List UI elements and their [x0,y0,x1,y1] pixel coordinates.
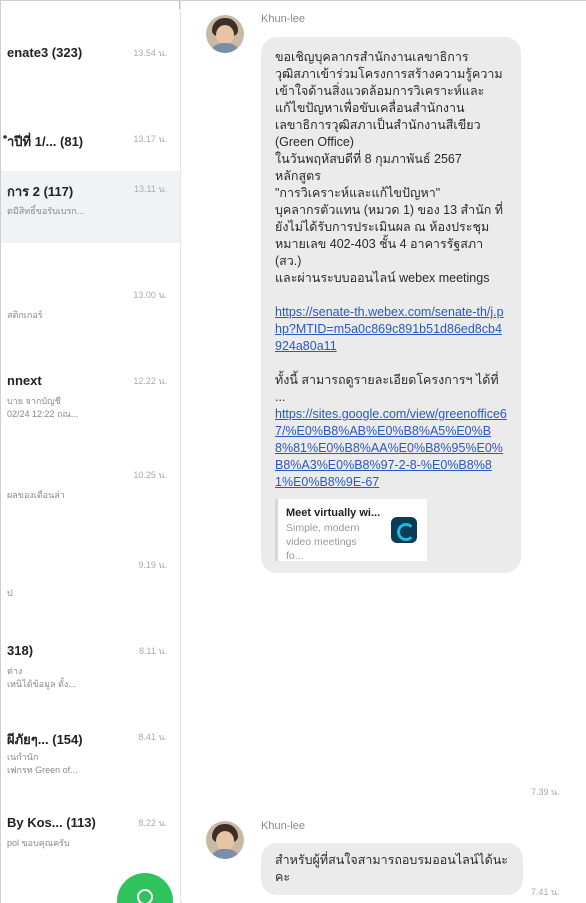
webex-logo-icon [391,517,417,543]
chat-time: 13.00 น. [133,290,167,300]
chat-item[interactable]: ผีภัยๆ... (154) 8.41 น. เนกำนัก เฟกรท Gr… [1,729,180,815]
sender-name: Khun-lee [261,13,306,25]
chat-name: การ 2 (117) [7,184,74,199]
chat-preview-line2: เหนิได้ข้อมูล ตั้ง... [7,679,76,689]
chat-time: 12.22 น. [133,376,167,386]
chat-time: 8.22 น. [138,818,167,828]
link-preview-title: Meet virtually wi... [286,507,381,519]
chat-time: 10.25 น. [133,470,167,480]
link-preview-description: Simple, modern video meetings fo... [286,522,360,562]
chat-preview-line2: 02/24 12:22 ถณ... [7,409,79,419]
chat-bubble-icon [137,889,153,903]
message-text: ขอเชิญบุคลากรสำนักงานเลขาธิการวุฒิสภาเข้… [275,50,504,285]
chat-name: ผีภัยๆ... (154) [7,732,83,747]
chat-preview: ผลของเดือนล่า [7,490,65,500]
chat-item[interactable]: 318) 8.11 น. ต่าง เหนิได้ข้อมูล ตั้ง... [1,643,180,729]
chat-name: nnext [7,373,42,388]
google-sites-link[interactable]: https://sites.google.com/view/greenoffic… [275,406,507,491]
chat-time: 13.17 น. [133,134,167,144]
chat-item[interactable]: 9.19 น. ป [1,557,180,643]
chat-time: 13.54 น. [133,48,167,58]
message-text-2: ทั้งนี้ สามารถดูรายละเอียดโครงการฯ ได้ที… [275,373,499,404]
chat-preview: ตมีสิทธิ์ขอรับเบรก... [7,206,85,216]
app-window: enate3 (323) 13.54 น. ำปีที่ 1/... (81) … [0,0,586,903]
chat-preview: ป [7,588,13,598]
chat-item[interactable]: enate3 (323) 13.54 น. [1,45,180,131]
avatar[interactable] [206,821,244,859]
chat-preview-line2: เฟกรท Green of... [7,765,78,775]
message-time: 7.41 น. [531,887,560,897]
message-text: สำหรับผู้ที่สนใจสามารถอบรมออนไลน์ได้นะคะ [275,853,509,884]
webex-link[interactable]: https://senate-th.webex.com/senate-th/j.… [275,304,507,355]
chat-time: 9.19 น. [138,560,167,570]
chat-time: 8.11 น. [138,646,167,656]
chat-item[interactable]: 13.00 น. สติกเกอร์ [1,287,180,373]
chat-name: enate3 (323) [7,45,83,60]
chat-item[interactable]: 10.25 น. ผลของเดือนล่า [1,467,180,553]
chat-item-selected[interactable]: การ 2 (117) 13.11 น. ตมีสิทธิ์ขอรับเบรก.… [1,171,180,243]
scrollbar[interactable] [179,1,180,9]
chat-time: 8.41 น. [138,732,167,742]
chat-preview: บาย จากบัญชี [7,396,61,406]
sender-name: Khun-lee [261,820,306,832]
chat-preview: เนกำนัก [7,752,39,762]
chat-name: ำปีที่ 1/... (81) [7,134,84,149]
link-preview-card[interactable]: Meet virtually wi... Simple, modern vide… [275,499,427,562]
message-bubble[interactable]: ขอเชิญบุคลากรสำนักงานเลขาธิการวุฒิสภาเข้… [261,37,521,573]
chat-time: 13.11 น. [133,184,167,194]
chat-preview: ต่าง [7,666,23,676]
chat-item[interactable]: nnext 12.22 น. บาย จากบัญชี 02/24 12:22 … [1,373,180,459]
chat-list[interactable]: enate3 (323) 13.54 น. ำปีที่ 1/... (81) … [1,1,181,903]
avatar[interactable] [206,15,244,53]
chat-preview: สติกเกอร์ [7,310,43,320]
chat-preview: pol ขอบคุณครับ [7,838,70,848]
message-bubble[interactable]: สำหรับผู้ที่สนใจสามารถอบรมออนไลน์ได้นะคะ [261,843,523,895]
message-area: Khun-lee ขอเชิญบุคลากรสำนักงานเลขาธิการว… [182,1,586,903]
message-time: 7.39 น. [531,787,560,797]
chat-name: 318) [7,643,34,658]
chat-name: By Kos... (113) [7,815,96,830]
